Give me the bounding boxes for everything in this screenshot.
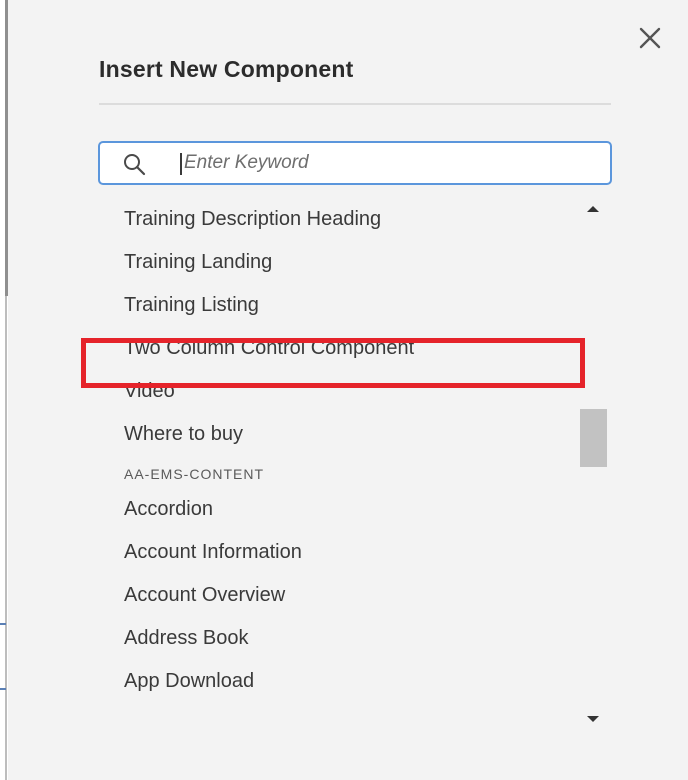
caret-down-icon[interactable] xyxy=(578,711,608,727)
list-item[interactable]: Where to buy xyxy=(98,413,578,456)
component-list[interactable]: Training DescriptionTraining Description… xyxy=(98,187,608,732)
list-item[interactable]: Video xyxy=(98,370,578,413)
text-cursor xyxy=(180,153,182,175)
dialog-title: Insert New Component xyxy=(99,56,354,82)
list-item[interactable]: Account Information xyxy=(98,531,578,574)
search-icon xyxy=(124,154,146,176)
edge-bar-lower xyxy=(5,296,7,780)
list-item[interactable]: Training Description Heading xyxy=(98,198,578,241)
list-item[interactable]: Training Listing xyxy=(98,284,578,327)
list-item[interactable]: App Download xyxy=(98,660,578,703)
list-item[interactable]: Account Overview xyxy=(98,574,578,617)
component-list-content: Training DescriptionTraining Description… xyxy=(98,187,578,703)
title-divider xyxy=(99,103,611,105)
close-button[interactable] xyxy=(636,22,666,52)
search-input[interactable] xyxy=(184,147,584,179)
list-item[interactable]: Training Landing xyxy=(98,241,578,284)
edge-tick xyxy=(0,688,6,690)
scrollbar-thumb[interactable] xyxy=(580,409,607,467)
close-icon xyxy=(639,27,661,49)
background-window-edge xyxy=(0,0,8,780)
list-item-highlighted[interactable]: Two Column Control Component xyxy=(98,327,578,370)
insert-component-dialog: Insert New Component Training Descriptio… xyxy=(8,0,688,780)
list-item[interactable]: Training Description xyxy=(98,187,578,198)
edge-tick xyxy=(0,623,6,625)
list-scrollbar[interactable] xyxy=(578,195,608,732)
list-item[interactable]: Address Book xyxy=(98,617,578,660)
list-group-header: AA-EMS-CONTENT xyxy=(124,466,264,482)
page: Insert New Component Training Descriptio… xyxy=(0,0,688,780)
caret-up-icon[interactable] xyxy=(578,201,608,217)
search-field[interactable] xyxy=(98,141,612,185)
list-item[interactable]: Accordion xyxy=(98,488,578,531)
